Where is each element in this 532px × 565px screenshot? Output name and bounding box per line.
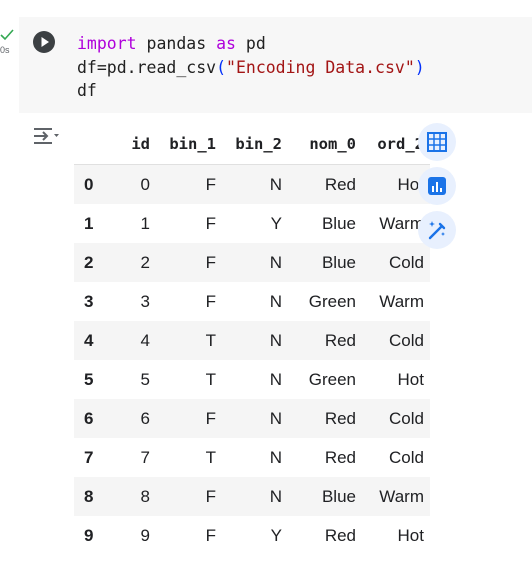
table-row: 7 7 T N Red Cold — [74, 438, 430, 477]
table-cell: F — [205, 174, 216, 194]
table-cell: 1 — [140, 213, 150, 233]
table-cell: Hot — [397, 369, 424, 389]
check-icon — [0, 29, 14, 41]
table-cell: N — [269, 447, 282, 467]
table-cell: Cold — [389, 252, 424, 272]
suggest-charts-button[interactable] — [418, 167, 456, 205]
table-cell: F — [205, 213, 216, 233]
table-cell: 2 — [140, 252, 150, 272]
table-cell: N — [269, 291, 282, 311]
row-index: 5 — [84, 369, 94, 389]
table-cell: F — [205, 252, 216, 272]
table-cell: 8 — [140, 486, 150, 506]
table-cell: Y — [270, 525, 282, 545]
table-icon — [427, 132, 447, 152]
output-options-icon[interactable] — [32, 125, 60, 147]
table-cell: 6 — [140, 408, 150, 428]
table-cell: Warm — [379, 291, 424, 311]
table-cell: 7 — [140, 447, 150, 467]
table-cell: Cold — [389, 408, 424, 428]
table-cell: T — [205, 369, 216, 389]
row-index: 6 — [84, 408, 94, 428]
code-line-3: df — [77, 81, 97, 100]
table-cell: N — [269, 252, 282, 272]
row-index: 9 — [84, 525, 94, 545]
code-line-2: df=pd.read_csv("Encoding Data.csv") — [77, 57, 425, 77]
table-cell: Red — [324, 525, 356, 545]
table-cell: N — [269, 369, 282, 389]
table-cell: F — [205, 486, 216, 506]
table-cell: T — [205, 447, 216, 467]
table-cell: Blue — [321, 252, 356, 272]
table-row: 9 9 F Y Red Hot — [74, 516, 430, 555]
table-cell: N — [269, 330, 282, 350]
table-header-row: id bin_1 bin_2 nom_0 ord_2 — [74, 124, 430, 165]
table-cell: 4 — [140, 330, 150, 350]
table-row: 1 1 F Y Blue Warm — [74, 204, 430, 243]
play-circle-icon[interactable] — [32, 30, 56, 54]
code-cell[interactable]: import pandas as pd df=pd.read_csv("Enco… — [19, 17, 532, 113]
table-cell: F — [205, 408, 216, 428]
row-index: 8 — [84, 486, 94, 506]
generate-code-button[interactable] — [418, 211, 456, 249]
convert-to-interactive-table-button[interactable] — [418, 123, 456, 161]
table-cell: Red — [324, 174, 356, 194]
table-cell: N — [269, 174, 282, 194]
table-cell: Red — [324, 330, 356, 350]
column-header: bin_1 — [156, 124, 222, 165]
execution-time: 0s — [0, 45, 10, 55]
table-cell: Warm — [379, 486, 424, 506]
table-row: 2 2 F N Blue Cold — [74, 243, 430, 282]
row-index: 3 — [84, 291, 94, 311]
row-index: 7 — [84, 447, 94, 467]
row-index: 0 — [84, 174, 94, 194]
table-cell: Hot — [397, 525, 424, 545]
row-index: 2 — [84, 252, 94, 272]
row-index: 1 — [84, 213, 94, 233]
table-row: 3 3 F N Green Warm — [74, 282, 430, 321]
table-cell: Red — [324, 408, 356, 428]
table-cell: Blue — [321, 213, 356, 233]
column-header: nom_0 — [288, 124, 362, 165]
magic-wand-icon — [428, 221, 446, 240]
table-cell: Blue — [321, 486, 356, 506]
table-cell: 3 — [140, 291, 150, 311]
table-row: 4 4 T N Red Cold — [74, 321, 430, 360]
table-cell: Green — [308, 291, 356, 311]
table-cell: F — [205, 525, 216, 545]
table-row: 8 8 F N Blue Warm — [74, 477, 430, 516]
table-cell: Cold — [389, 447, 424, 467]
code-editor[interactable]: import pandas as pd df=pd.read_csv("Enco… — [77, 32, 425, 103]
table-cell: F — [205, 291, 216, 311]
table-cell: Y — [270, 213, 282, 233]
row-index: 4 — [84, 330, 94, 350]
table-row: 6 6 F N Red Cold — [74, 399, 430, 438]
table-row: 0 0 F N Red Hot — [74, 164, 430, 204]
table-cell: N — [269, 486, 282, 506]
table-cell: 9 — [140, 525, 150, 545]
table-cell: 5 — [140, 369, 150, 389]
bar-chart-icon — [428, 177, 446, 195]
table-cell: N — [269, 408, 282, 428]
index-header — [74, 124, 116, 165]
table-cell: Red — [324, 447, 356, 467]
dataframe-table: id bin_1 bin_2 nom_0 ord_2 0 0 F N Red H… — [74, 124, 430, 555]
table-cell: Cold — [389, 330, 424, 350]
column-header: id — [116, 124, 156, 165]
column-header: bin_2 — [222, 124, 288, 165]
table-cell: T — [205, 330, 216, 350]
table-row: 5 5 T N Green Hot — [74, 360, 430, 399]
table-cell: Green — [308, 369, 356, 389]
code-line-1: import pandas as pd — [77, 34, 266, 53]
table-cell: 0 — [140, 174, 150, 194]
